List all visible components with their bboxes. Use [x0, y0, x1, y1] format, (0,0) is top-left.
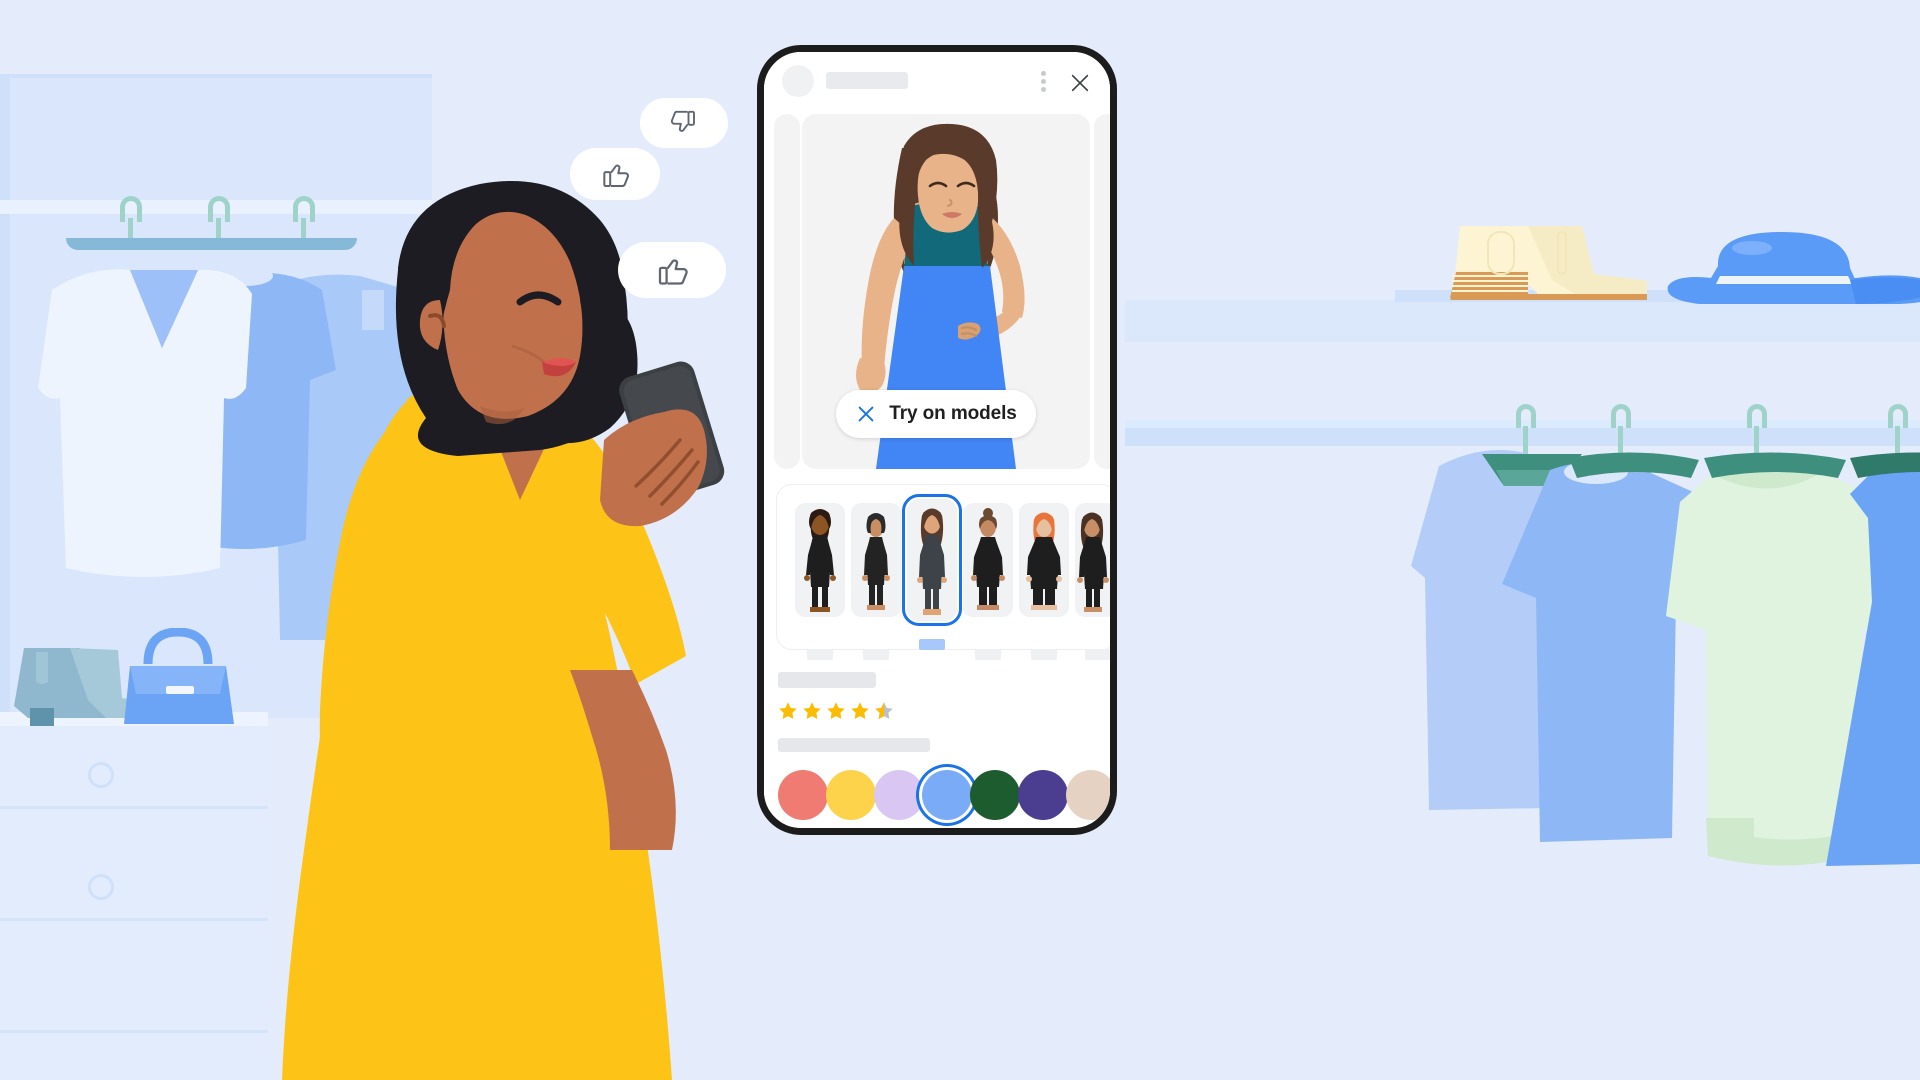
- color-swatch-blue[interactable]: [922, 770, 972, 820]
- thumb-up-icon: [658, 259, 688, 285]
- drawer-divider: [0, 918, 268, 921]
- model-figure-5: [1026, 512, 1062, 610]
- color-swatch-forest[interactable]: [970, 770, 1020, 820]
- drawer-knob[interactable]: [88, 762, 114, 788]
- thumbs-up-bubble-2[interactable]: [618, 242, 726, 298]
- color-swatch-lilac[interactable]: [874, 770, 924, 820]
- color-swatch-indigo[interactable]: [1018, 770, 1068, 820]
- illustration-canvas: Try on models: [0, 0, 1920, 1080]
- color-swatch-yellow[interactable]: [826, 770, 876, 820]
- model-thumb-1[interactable]: [795, 503, 845, 660]
- model-figure-1: [804, 509, 836, 612]
- product-title-placeholder: [778, 672, 876, 688]
- thumb-down-icon: [670, 110, 695, 132]
- thumbs-down-bubble[interactable]: [640, 98, 728, 148]
- dresser: [0, 712, 268, 1080]
- model-thumb-label-2: [863, 649, 889, 660]
- phone-mockup: Try on models: [757, 45, 1117, 835]
- model-thumb-2[interactable]: [851, 503, 901, 660]
- closet-side-panel: [0, 78, 10, 718]
- star-icon-3: [827, 702, 845, 719]
- model-thumb-label-6: [1085, 649, 1110, 660]
- drawer-knob[interactable]: [88, 874, 114, 900]
- color-swatch-coral[interactable]: [778, 770, 828, 820]
- star-icon-4: [851, 702, 869, 719]
- app-header: [764, 52, 1110, 107]
- blue-wide-brim-hat: [1667, 232, 1920, 304]
- drawer-divider: [0, 1030, 268, 1033]
- model-thumb-label-4: [975, 649, 1001, 660]
- try-on-models-button[interactable]: Try on models: [836, 390, 1036, 438]
- close-icon: [858, 406, 874, 422]
- blue-dress: [1826, 462, 1920, 866]
- hero-next-peek[interactable]: [1094, 114, 1110, 469]
- closet-top-line: [0, 74, 432, 78]
- model-thumb-label-1: [807, 649, 833, 660]
- phone-screen: Try on models: [764, 52, 1110, 828]
- model-figure-6: [1077, 512, 1109, 612]
- model-figure-3: [917, 508, 947, 615]
- thumb-up-icon: [603, 164, 629, 187]
- blue-handbag: [124, 628, 234, 724]
- model-figure-2: [862, 513, 890, 610]
- star-icon-half-5: [875, 702, 893, 719]
- model-thumb-4[interactable]: [963, 503, 1013, 660]
- thumbs-up-bubble-1[interactable]: [570, 148, 660, 200]
- model-picker: [776, 484, 1110, 660]
- hero-prev-peek[interactable]: [774, 114, 800, 469]
- model-thumb-label-3: [919, 639, 945, 650]
- app-title-placeholder: [826, 72, 908, 89]
- model-thumb-6[interactable]: [1075, 503, 1110, 660]
- close-icon[interactable]: [1069, 72, 1091, 94]
- rating-stars: [777, 700, 895, 722]
- drawer-divider: [0, 806, 268, 809]
- star-icon-2: [803, 702, 821, 719]
- kebab-menu-icon[interactable]: [1041, 71, 1046, 92]
- cta-button-2[interactable]: [870, 834, 988, 835]
- avatar: [782, 65, 814, 97]
- color-swatch-beige[interactable]: [1066, 770, 1110, 820]
- cream-ankle-boot: [1450, 226, 1647, 300]
- white-shirt-on-hanger: [38, 269, 252, 577]
- hanger-bar-teal-4: [1850, 452, 1920, 478]
- model-figure-4: [971, 508, 1005, 610]
- star-icon-1: [779, 702, 797, 719]
- product-subtitle-placeholder: [778, 738, 930, 752]
- hand-fingers: [600, 409, 707, 527]
- model-thumb-5[interactable]: [1019, 503, 1069, 660]
- try-on-models-label: Try on models: [889, 403, 1017, 424]
- model-thumb-3[interactable]: [902, 494, 962, 650]
- shelf-band-upper: [1125, 300, 1920, 342]
- model-thumb-label-5: [1031, 649, 1057, 660]
- cta-button-1[interactable]: [778, 834, 860, 835]
